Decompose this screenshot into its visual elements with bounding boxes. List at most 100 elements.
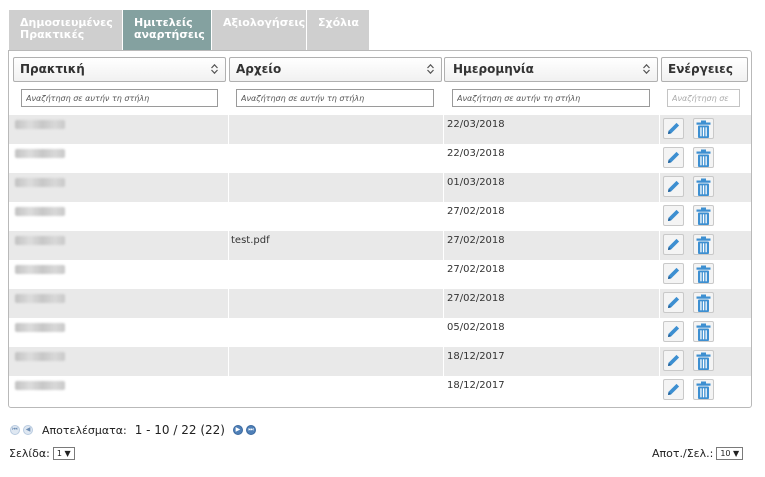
table-row[interactable]: 01/03/2018 — [9, 173, 751, 202]
table-row[interactable]: test.pdf 27/02/2018 — [9, 231, 751, 260]
practice-cell — [15, 376, 225, 405]
table-row[interactable]: 18/12/2017 — [9, 376, 751, 405]
edit-button[interactable] — [663, 263, 684, 284]
prev-page-icon[interactable]: ◀ — [23, 425, 33, 435]
practice-cell — [15, 318, 225, 347]
delete-button[interactable] — [693, 205, 714, 226]
tab-label-line2: αναρτήσεις — [134, 28, 205, 41]
date-cell: 01/03/2018 — [443, 173, 658, 202]
file-cell — [228, 347, 442, 376]
tab-comments[interactable]: Σχόλια — [307, 10, 369, 50]
date-cell: 05/02/2018 — [443, 318, 658, 347]
column-header-date[interactable]: Ημερομηνία — [444, 57, 658, 82]
actions-cell — [659, 289, 749, 318]
per-page-selector: Αποτ./Σελ.: 10 ▼ — [652, 447, 744, 460]
edit-button[interactable] — [663, 350, 684, 371]
actions-cell — [659, 173, 749, 202]
trash-icon — [696, 236, 711, 254]
delete-button[interactable] — [693, 321, 714, 342]
delete-button[interactable] — [693, 379, 714, 400]
page-select-value: 1 — [56, 449, 62, 458]
actions-cell — [659, 144, 749, 173]
column-header-label: Αρχείο — [236, 62, 282, 76]
practice-cell — [15, 144, 225, 173]
date-cell: 27/02/2018 — [443, 202, 658, 231]
edit-button[interactable] — [663, 176, 684, 197]
redacted-text — [15, 149, 65, 158]
file-cell — [228, 376, 442, 405]
filter-input-file[interactable] — [236, 89, 434, 107]
pencil-icon — [668, 325, 680, 337]
edit-button[interactable] — [663, 379, 684, 400]
trash-icon — [696, 149, 711, 167]
chevron-down-icon: ▼ — [64, 449, 71, 458]
file-cell: test.pdf — [228, 231, 442, 260]
date-cell: 27/02/2018 — [443, 260, 658, 289]
delete-button[interactable] — [693, 176, 714, 197]
delete-button[interactable] — [693, 118, 714, 139]
column-header-file[interactable]: Αρχείο — [229, 57, 442, 82]
trash-icon — [696, 207, 711, 225]
delete-button[interactable] — [693, 350, 714, 371]
per-page-select[interactable]: 10 ▼ — [716, 447, 744, 460]
edit-button[interactable] — [663, 147, 684, 168]
last-page-icon[interactable]: ⏭ — [245, 425, 256, 435]
practice-cell — [15, 115, 225, 144]
results-range: 1 - 10 / 22 (22) — [134, 423, 225, 437]
edit-button[interactable] — [663, 321, 684, 342]
data-grid: Πρακτική Αρχείο Ημερομηνία Ενέργειες 22/… — [8, 50, 752, 408]
filter-input-date[interactable] — [452, 89, 650, 107]
pencil-icon — [668, 238, 680, 250]
page-select[interactable]: 1 ▼ — [52, 447, 75, 460]
filter-input-practice[interactable] — [21, 89, 218, 107]
actions-cell — [659, 202, 749, 231]
tab-published-practices[interactable]: Δημοσιευμένες Πρακτικές — [9, 10, 122, 50]
page-label: Σελίδα: — [9, 447, 50, 460]
pencil-icon — [668, 151, 680, 163]
redacted-text — [15, 381, 65, 390]
table-row[interactable]: 22/03/2018 — [9, 144, 751, 173]
first-page-icon[interactable]: ⏮ — [10, 425, 20, 435]
date-cell: 18/12/2017 — [443, 376, 658, 405]
actions-cell — [659, 376, 749, 405]
trash-icon — [696, 352, 711, 370]
delete-button[interactable] — [693, 292, 714, 313]
delete-button[interactable] — [693, 234, 714, 255]
column-header-actions: Ενέργειες — [661, 57, 748, 82]
edit-button[interactable] — [663, 118, 684, 139]
tab-incomplete-posts[interactable]: Ημιτελείς αναρτήσεις — [123, 10, 211, 50]
next-page-icon[interactable]: ▶ — [232, 425, 243, 435]
redacted-text — [15, 178, 65, 187]
tab-label-line2: Πρακτικές — [20, 28, 85, 41]
column-header-label: Ημερομηνία — [453, 62, 534, 76]
delete-button[interactable] — [693, 263, 714, 284]
table-row[interactable]: 18/12/2017 — [9, 347, 751, 376]
delete-button[interactable] — [693, 147, 714, 168]
practice-cell — [15, 347, 225, 376]
date-cell: 27/02/2018 — [443, 289, 658, 318]
practice-cell — [15, 260, 225, 289]
filter-input-actions[interactable] — [667, 89, 740, 107]
table-row[interactable]: 27/02/2018 — [9, 202, 751, 231]
column-header-practice[interactable]: Πρακτική — [13, 57, 226, 82]
pencil-icon — [668, 296, 680, 308]
edit-button[interactable] — [663, 205, 684, 226]
tab-evaluations[interactable]: Αξιολογήσεις — [212, 10, 306, 50]
redacted-text — [15, 294, 65, 303]
table-row[interactable]: 05/02/2018 — [9, 318, 751, 347]
trash-icon — [696, 178, 711, 196]
redacted-text — [15, 207, 65, 216]
pencil-icon — [668, 354, 680, 366]
table-row[interactable]: 27/02/2018 — [9, 260, 751, 289]
practice-cell — [15, 202, 225, 231]
table-row[interactable]: 27/02/2018 — [9, 289, 751, 318]
date-cell: 22/03/2018 — [443, 144, 658, 173]
practice-cell — [15, 173, 225, 202]
table-row[interactable]: 22/03/2018 — [9, 115, 751, 144]
date-cell: 18/12/2017 — [443, 347, 658, 376]
chevron-down-icon: ▼ — [733, 449, 740, 458]
edit-button[interactable] — [663, 234, 684, 255]
file-cell — [228, 289, 442, 318]
pencil-icon — [668, 267, 680, 279]
edit-button[interactable] — [663, 292, 684, 313]
